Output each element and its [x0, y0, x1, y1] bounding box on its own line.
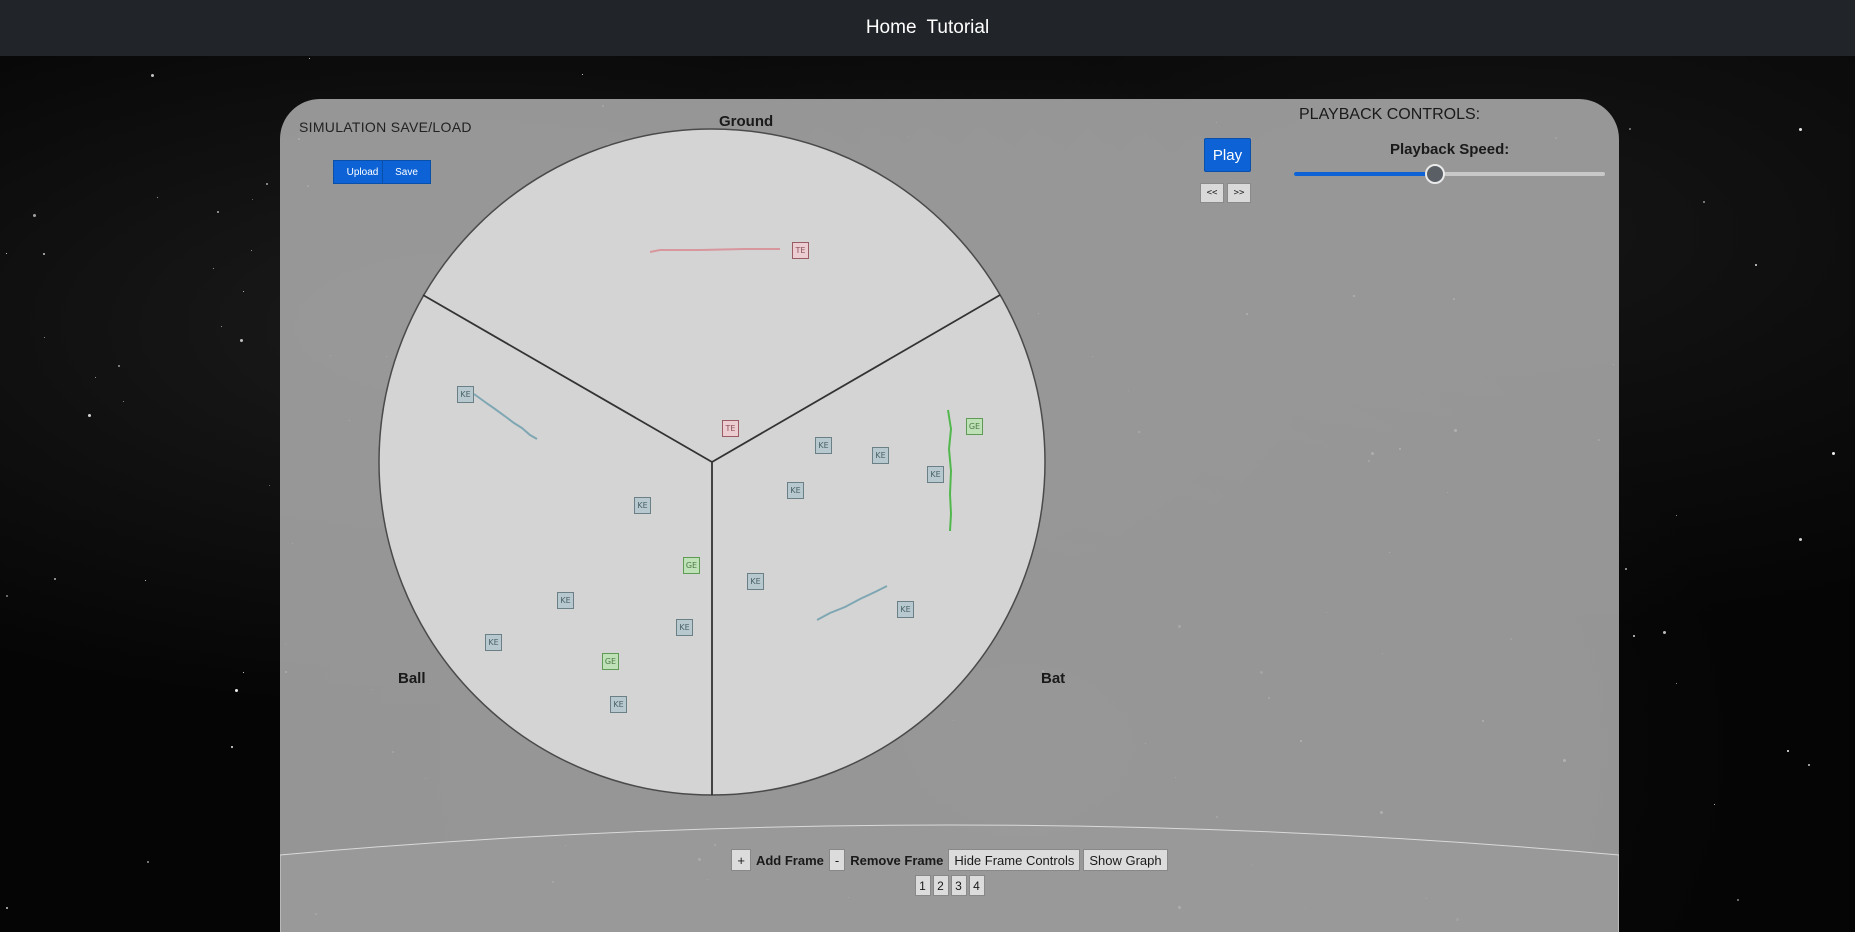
star: [54, 578, 56, 580]
star: [1676, 515, 1677, 516]
star: [217, 211, 219, 213]
top-navbar: Home Tutorial: [0, 0, 1855, 56]
star: [1808, 764, 1810, 766]
star: [1737, 899, 1739, 901]
star: [1799, 128, 1802, 131]
playback-speed-slider[interactable]: [1294, 164, 1605, 184]
star: [118, 365, 120, 367]
playback-speed-label: Playback Speed:: [1390, 141, 1510, 158]
ke-tag[interactable]: KE: [815, 437, 832, 454]
star: [6, 907, 8, 909]
star: [240, 339, 243, 342]
frame-2-button[interactable]: 2: [932, 875, 949, 896]
star: [88, 414, 91, 417]
star: [309, 58, 310, 59]
frame-1-button[interactable]: 1: [914, 875, 931, 896]
star: [1676, 683, 1677, 684]
star: [1787, 750, 1789, 752]
ke-tag[interactable]: KE: [927, 466, 944, 483]
star: [123, 401, 124, 402]
star: [252, 199, 253, 200]
star: [157, 197, 158, 198]
star: [147, 861, 149, 863]
add-frame-button[interactable]: +: [731, 849, 751, 871]
star: [1633, 635, 1635, 637]
star: [582, 74, 583, 75]
step-forward-button[interactable]: >>: [1227, 183, 1251, 203]
step-back-button[interactable]: <<: [1200, 183, 1224, 203]
te-tag[interactable]: TE: [792, 242, 809, 259]
frame-4-button[interactable]: 4: [968, 875, 985, 896]
star: [1663, 631, 1666, 634]
ke-tag[interactable]: KE: [787, 482, 804, 499]
star: [243, 291, 244, 292]
te-tag[interactable]: TE: [722, 420, 739, 437]
star: [1703, 201, 1705, 203]
star: [1629, 128, 1631, 130]
star: [145, 580, 146, 581]
remove-frame-label: Remove Frame: [850, 852, 944, 868]
star: [151, 74, 154, 77]
star: [1755, 264, 1757, 266]
add-frame-label: Add Frame: [755, 852, 824, 868]
region-label-ground: Ground: [719, 113, 774, 130]
region-label-bat: Bat: [1041, 670, 1066, 687]
remove-frame-button[interactable]: -: [828, 849, 846, 871]
nav-home-link[interactable]: Home: [866, 17, 917, 39]
hide-frame-controls-button[interactable]: Hide Frame Controls: [948, 849, 1081, 871]
playback-controls-title: PLAYBACK CONTROLS:: [1299, 106, 1481, 123]
playback-speed-thumb[interactable]: [1424, 164, 1445, 184]
energy-wheel: [378, 128, 1046, 796]
ke-tag[interactable]: KE: [485, 634, 502, 651]
playback-speed-fill: [1294, 172, 1434, 176]
ke-tag[interactable]: KE: [457, 386, 474, 403]
star: [44, 337, 45, 338]
ke-tag[interactable]: KE: [557, 592, 574, 609]
star: [1625, 568, 1627, 570]
ke-tag[interactable]: KE: [872, 447, 889, 464]
region-label-ball: Ball: [398, 670, 426, 687]
ke-tag[interactable]: KE: [897, 601, 914, 618]
frame-number-list: 1 2 3 4: [280, 875, 1619, 896]
frame-3-button[interactable]: 3: [950, 875, 967, 896]
star: [213, 268, 214, 269]
star: [231, 746, 233, 748]
star: [6, 253, 7, 254]
ke-tag[interactable]: KE: [747, 573, 764, 590]
frame-controls: + Add Frame - Remove Frame Hide Frame Co…: [280, 849, 1619, 871]
play-button[interactable]: Play: [1204, 138, 1251, 172]
star: [235, 689, 238, 692]
ge-tag[interactable]: GE: [683, 557, 700, 574]
ge-tag[interactable]: GE: [966, 418, 983, 435]
star: [6, 595, 8, 597]
ge-tag[interactable]: GE: [602, 653, 619, 670]
star: [251, 250, 252, 251]
star: [269, 485, 270, 486]
nav-tutorial-link[interactable]: Tutorial: [927, 17, 990, 39]
star: [243, 672, 244, 673]
ke-tag[interactable]: KE: [610, 696, 627, 713]
star: [1799, 538, 1802, 541]
star: [1832, 452, 1835, 455]
frame-controls-backdrop: [280, 824, 1619, 932]
star: [43, 253, 45, 255]
star: [266, 183, 268, 185]
star: [33, 214, 36, 217]
star: [1714, 804, 1715, 805]
simulation-panel: SIMULATION SAVE/LOAD Upload Save Ground …: [280, 99, 1619, 932]
show-graph-button[interactable]: Show Graph: [1083, 849, 1168, 871]
ke-tag[interactable]: KE: [676, 619, 693, 636]
star: [95, 377, 96, 378]
ke-tag[interactable]: KE: [634, 497, 651, 514]
star: [221, 326, 222, 327]
